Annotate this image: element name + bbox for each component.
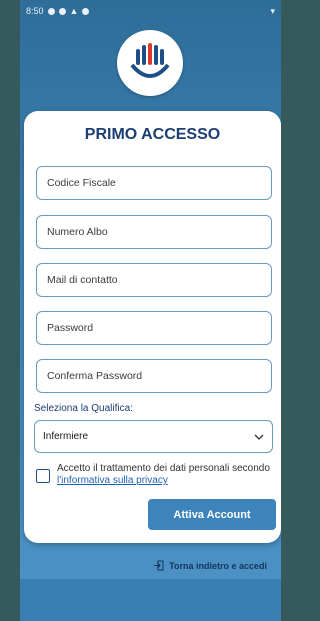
page-title: PRIMO ACCESSO <box>84 126 221 143</box>
back-to-login-link[interactable]: Torna indietro e accedi <box>153 560 267 571</box>
signup-card: PRIMO ACCESSO Seleziona la Qualifica: In… <box>24 111 281 543</box>
alert-icon: ▲ <box>69 6 79 16</box>
back-link-label: Torna indietro e accedi <box>169 560 267 571</box>
mail-input[interactable] <box>36 263 272 297</box>
password-input[interactable] <box>36 311 272 345</box>
privacy-checkbox[interactable] <box>36 469 50 483</box>
chevron-down-icon <box>254 434 264 440</box>
notification-icon <box>58 7 66 15</box>
signal-icon: ▾ <box>270 5 275 16</box>
confirm-password-input[interactable] <box>36 359 272 393</box>
login-icon <box>154 560 164 571</box>
codice-fiscale-input[interactable] <box>36 166 272 200</box>
logo-icon <box>130 43 170 78</box>
app-logo <box>117 30 183 96</box>
bottom-bar <box>20 579 281 621</box>
phone-screen: 8:50 ▲ ▾ PRIMO ACCESSO Seleziona la Qual… <box>20 0 281 621</box>
consent-label: Accetto il trattamento dei dati personal… <box>57 463 270 474</box>
privacy-link[interactable]: l'informativa sulla privacy <box>57 475 168 486</box>
qualifica-label: Seleziona la Qualifica: <box>34 403 133 414</box>
numero-albo-input[interactable] <box>36 215 272 249</box>
consent-text: Accetto il trattamento dei dati personal… <box>57 463 274 487</box>
privacy-consent-row: Accetto il trattamento dei dati personal… <box>36 463 274 487</box>
settings-icon <box>47 7 55 15</box>
status-bar: 8:50 ▲ ▾ <box>20 0 281 22</box>
status-time: 8:50 <box>26 6 44 16</box>
qualifica-selected-value: Infermiere <box>43 431 89 442</box>
activate-account-button[interactable]: Attiva Account <box>148 499 276 530</box>
qualifica-select[interactable]: Infermiere <box>34 420 273 453</box>
sync-icon <box>82 7 90 15</box>
